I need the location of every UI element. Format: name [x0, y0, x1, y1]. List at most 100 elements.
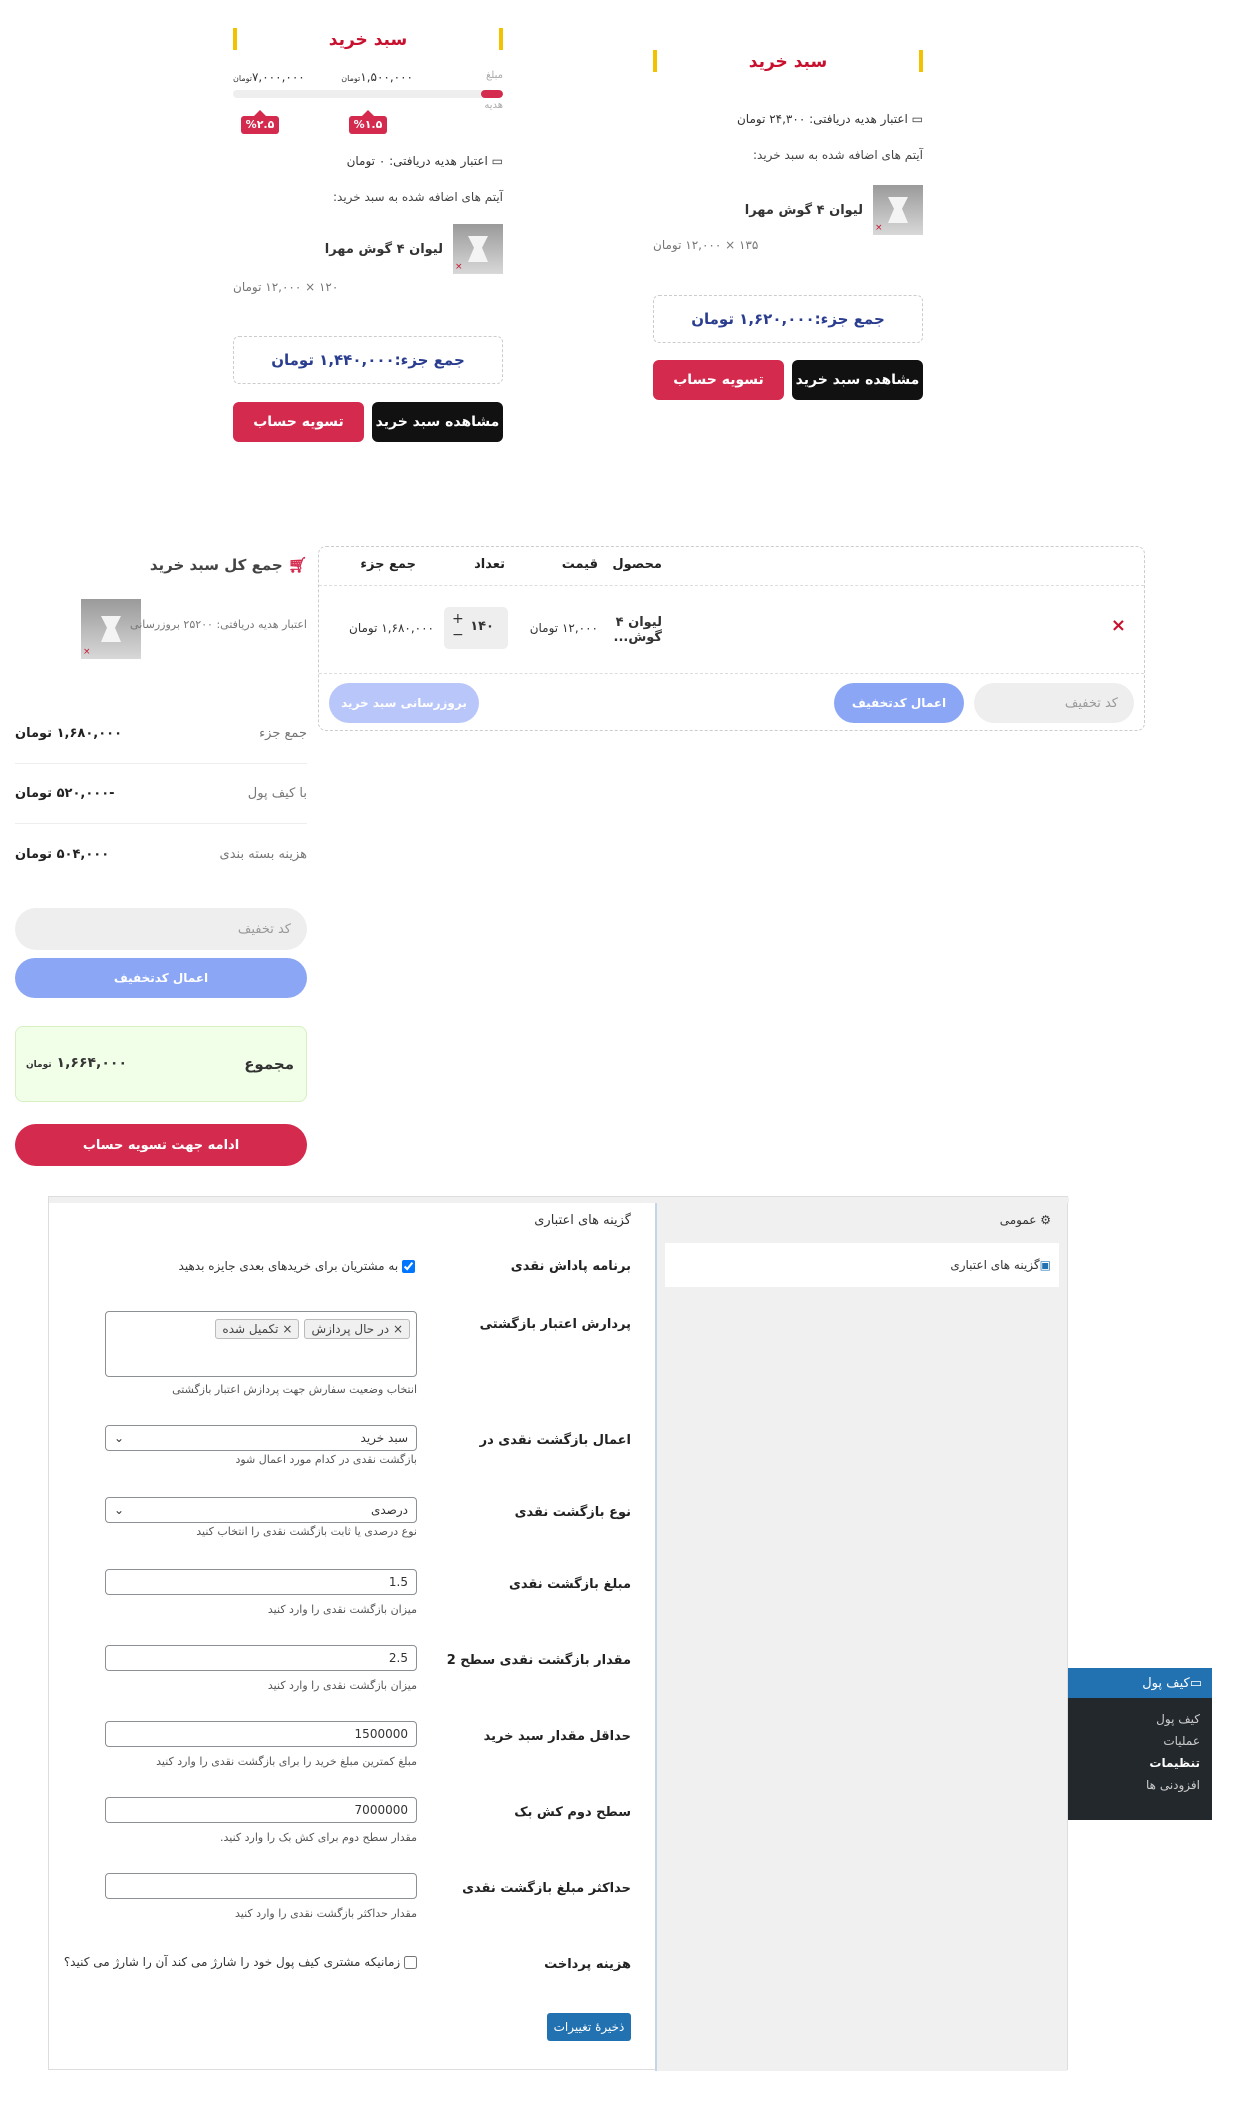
quantity-stepper[interactable]: + − ۱۴۰: [444, 607, 508, 649]
reward-checkbox[interactable]: [402, 1260, 415, 1273]
cart-item: × لیوان ۴ گوش مهرا: [325, 224, 503, 274]
fee-checkbox[interactable]: [404, 1956, 417, 1969]
order-total: مجموع ۱,۶۶۴,۰۰۰ تومان: [15, 1026, 307, 1102]
gift-credit: ▭ اعتبار هدیه دریافتی: ۲۴,۳۰۰ تومان: [736, 112, 923, 126]
totals-row-subtotal: جمع جزء ۱,۶۸۰,۰۰۰ تومان: [15, 704, 307, 764]
total-value: ۱,۶۶۴,۰۰۰ تومان: [26, 1055, 127, 1071]
remove-icon[interactable]: ×: [455, 262, 463, 272]
help-amount: میزان بازگشت نقدی را وارد کنید: [267, 1603, 417, 1616]
items-label: آیتم های اضافه شده به سبد خرید:: [752, 148, 923, 162]
product-price: ۱۲,۰۰۰ تومان: [529, 621, 598, 635]
plus-button[interactable]: +: [452, 611, 464, 627]
label-min: حداقل مقدار سبد خرید: [483, 1729, 631, 1744]
totals-row-wallet: با کیف پول -۵۲۰,۰۰۰ تومان: [15, 764, 307, 824]
header-price: قیمت: [561, 557, 598, 572]
cart-icon: 🛒︎: [282, 556, 307, 574]
label-tier2: سطح دوم کش بک: [514, 1805, 631, 1820]
minus-button[interactable]: −: [452, 627, 464, 643]
fee-option: زمانیکه مشتری کیف پول خود را شارژ می کند…: [64, 1955, 417, 1969]
min-input[interactable]: 1500000: [105, 1721, 417, 1747]
remove-item-icon[interactable]: ×: [1111, 615, 1126, 636]
gift-credit: ▭ اعتبار هدیه دریافتی: ۰ تومان: [346, 154, 503, 168]
product-name[interactable]: لیوان ۴ گوش مهرا: [745, 203, 863, 218]
tab-credit-options[interactable]: ▣ گزینه های اعتباری: [665, 1243, 1059, 1287]
cart-totals: 🛒︎ جمع کل سبد خرید اعتبار هدیه دریافتی: …: [15, 556, 307, 1166]
level2-input[interactable]: 2.5: [105, 1645, 417, 1671]
help-type: نوع درصدی یا ثابت بازگشت نقدی را انتخاب …: [196, 1525, 417, 1538]
update-cart-button[interactable]: بروزرسانی سبد خرید: [329, 683, 479, 723]
tier1-amount: ۱,۵۰۰,۰۰۰تومان: [341, 70, 413, 84]
max-input[interactable]: [105, 1873, 417, 1899]
chip-completed[interactable]: × تکمیل شده: [215, 1319, 300, 1339]
coupon-input[interactable]: کد تخفیف: [15, 908, 307, 950]
product-thumbnail[interactable]: ×: [453, 224, 503, 274]
view-cart-button[interactable]: مشاهده سبد خرید: [372, 402, 503, 442]
coupon-input[interactable]: کد تخفیف: [974, 683, 1134, 723]
wallet-icon: ▭: [487, 154, 503, 168]
help-level2: میزان بازگشت نقدی را وارد کنید: [267, 1679, 417, 1692]
proceed-checkout-button[interactable]: ادامه جهت تسویه حساب: [15, 1124, 307, 1166]
total-label: مجموع: [244, 1055, 294, 1073]
totals-row-packaging: هزینه بسته بندی ۵۰۴,۰۰۰ تومان: [15, 846, 307, 862]
subtotal: جمع جزء:۱,۶۲۰,۰۰۰ تومان: [653, 295, 923, 343]
help-max: مقدار حداکثر بازگشت نقدی را وارد کنید: [234, 1907, 417, 1920]
product-name[interactable]: لیوان ۴ گوش...: [614, 615, 662, 645]
label-apply: اعمال بازگشت نقدی در: [479, 1433, 631, 1448]
wp-admin-menu: ▭ کیف پول کیف پول عملیات تنظیمات افزودنی…: [1068, 1668, 1212, 1820]
apply-coupon-button[interactable]: اعمال کدتخفیف: [15, 958, 307, 998]
settings-panel: ⚙ عمومی ▣ گزینه های اعتباری گزینه های اع…: [48, 1196, 1069, 2071]
chevron-down-icon: ⌄: [114, 1503, 125, 1517]
apply-coupon-button[interactable]: اعمال کدتخفیف: [834, 683, 964, 723]
menu-item-settings[interactable]: تنظیمات: [1068, 1756, 1212, 1770]
tier2-badge: %۲.۵: [241, 110, 279, 134]
save-button[interactable]: ذخیرهٔ تغییرات: [547, 2013, 631, 2041]
product-name[interactable]: لیوان ۴ گوش مهرا: [325, 242, 443, 257]
cart-totals-title: 🛒︎ جمع کل سبد خرید: [149, 556, 307, 574]
label-type: نوع بازگشت نقدی: [514, 1505, 631, 1520]
wallet-icon: ▭: [907, 112, 923, 126]
progress-fill: [481, 90, 503, 98]
cart-table: محصول قیمت تعداد جمع جزء × × لیوان ۴ گوش…: [81, 546, 1145, 731]
progress-track: [233, 90, 503, 98]
amount-input[interactable]: 1.5: [105, 1569, 417, 1595]
label-amount: مبلغ بازگشت نقدی: [508, 1577, 631, 1592]
accent-bar: [919, 50, 923, 72]
header-product: محصول: [612, 557, 662, 572]
tier2-input[interactable]: 7000000: [105, 1797, 417, 1823]
apply-select[interactable]: سبد خرید ⌄: [105, 1425, 417, 1451]
progress-label: هدیه: [484, 100, 503, 111]
mini-cart: سبد خرید ▭ اعتبار هدیه دریافتی: ۲۴,۳۰۰ ت…: [653, 50, 923, 405]
label-level2: مقدار بازگشت نقدی سطح 2: [446, 1653, 631, 1668]
wallet-icon: ▭: [1189, 1675, 1202, 1691]
label-reward: برنامه پاداش نقدی: [510, 1259, 631, 1274]
subtotal: جمع جزء:۱,۴۴۰,۰۰۰ تومان: [233, 336, 503, 384]
chevron-down-icon: ⌄: [114, 1431, 125, 1445]
remove-icon[interactable]: ×: [875, 223, 883, 233]
menu-item-addons[interactable]: افزودنی ها: [1068, 1778, 1212, 1792]
accent-bar: [499, 28, 503, 50]
mini-cart-tiers: سبد خرید مبلغ هدیه ۱,۵۰۰,۰۰۰تومان ۷,۰۰۰,…: [233, 28, 503, 448]
menu-item-wallet[interactable]: کیف پول: [1068, 1712, 1212, 1726]
type-select[interactable]: درصدی ⌄: [105, 1497, 417, 1523]
mini-cart-title: سبد خرید: [328, 30, 408, 50]
menu-head-wallet[interactable]: ▭ کیف پول: [1068, 1668, 1212, 1698]
cart-item: × لیوان ۴ گوش مهرا: [745, 185, 923, 235]
item-quantity-price: ۱۲۰ × ۱۲,۰۰۰ تومان: [233, 280, 339, 294]
menu-item-operations[interactable]: عملیات: [1068, 1734, 1212, 1748]
checkout-button[interactable]: تسویه حساب: [233, 402, 364, 442]
header-qty: تعداد: [474, 557, 505, 572]
status-multiselect[interactable]: × در حال پردازش × تکمیل شده: [105, 1311, 417, 1377]
label-fee: هزینه پرداخت: [544, 1957, 631, 1972]
help-apply: بازگشت نقدی در کدام مورد اعمال شود: [235, 1453, 417, 1466]
quantity-value[interactable]: ۱۴۰: [470, 619, 494, 634]
chip-processing[interactable]: × در حال پردازش: [304, 1319, 410, 1339]
checkout-button[interactable]: تسویه حساب: [653, 360, 784, 400]
label-max: حداکثر مبلغ بازگشت نقدی: [462, 1881, 631, 1896]
item-quantity-price: ۱۳۵ × ۱۲,۰۰۰ تومان: [653, 238, 759, 252]
accent-bar: [233, 28, 237, 50]
product-thumbnail[interactable]: ×: [873, 185, 923, 235]
label-process: پردارش اعتبار بازگشتی: [479, 1317, 631, 1332]
section-title: گزینه های اعتباری: [534, 1213, 631, 1228]
view-cart-button[interactable]: مشاهده سبد خرید: [792, 360, 923, 400]
tab-general[interactable]: ⚙ عمومی: [1000, 1213, 1051, 1227]
